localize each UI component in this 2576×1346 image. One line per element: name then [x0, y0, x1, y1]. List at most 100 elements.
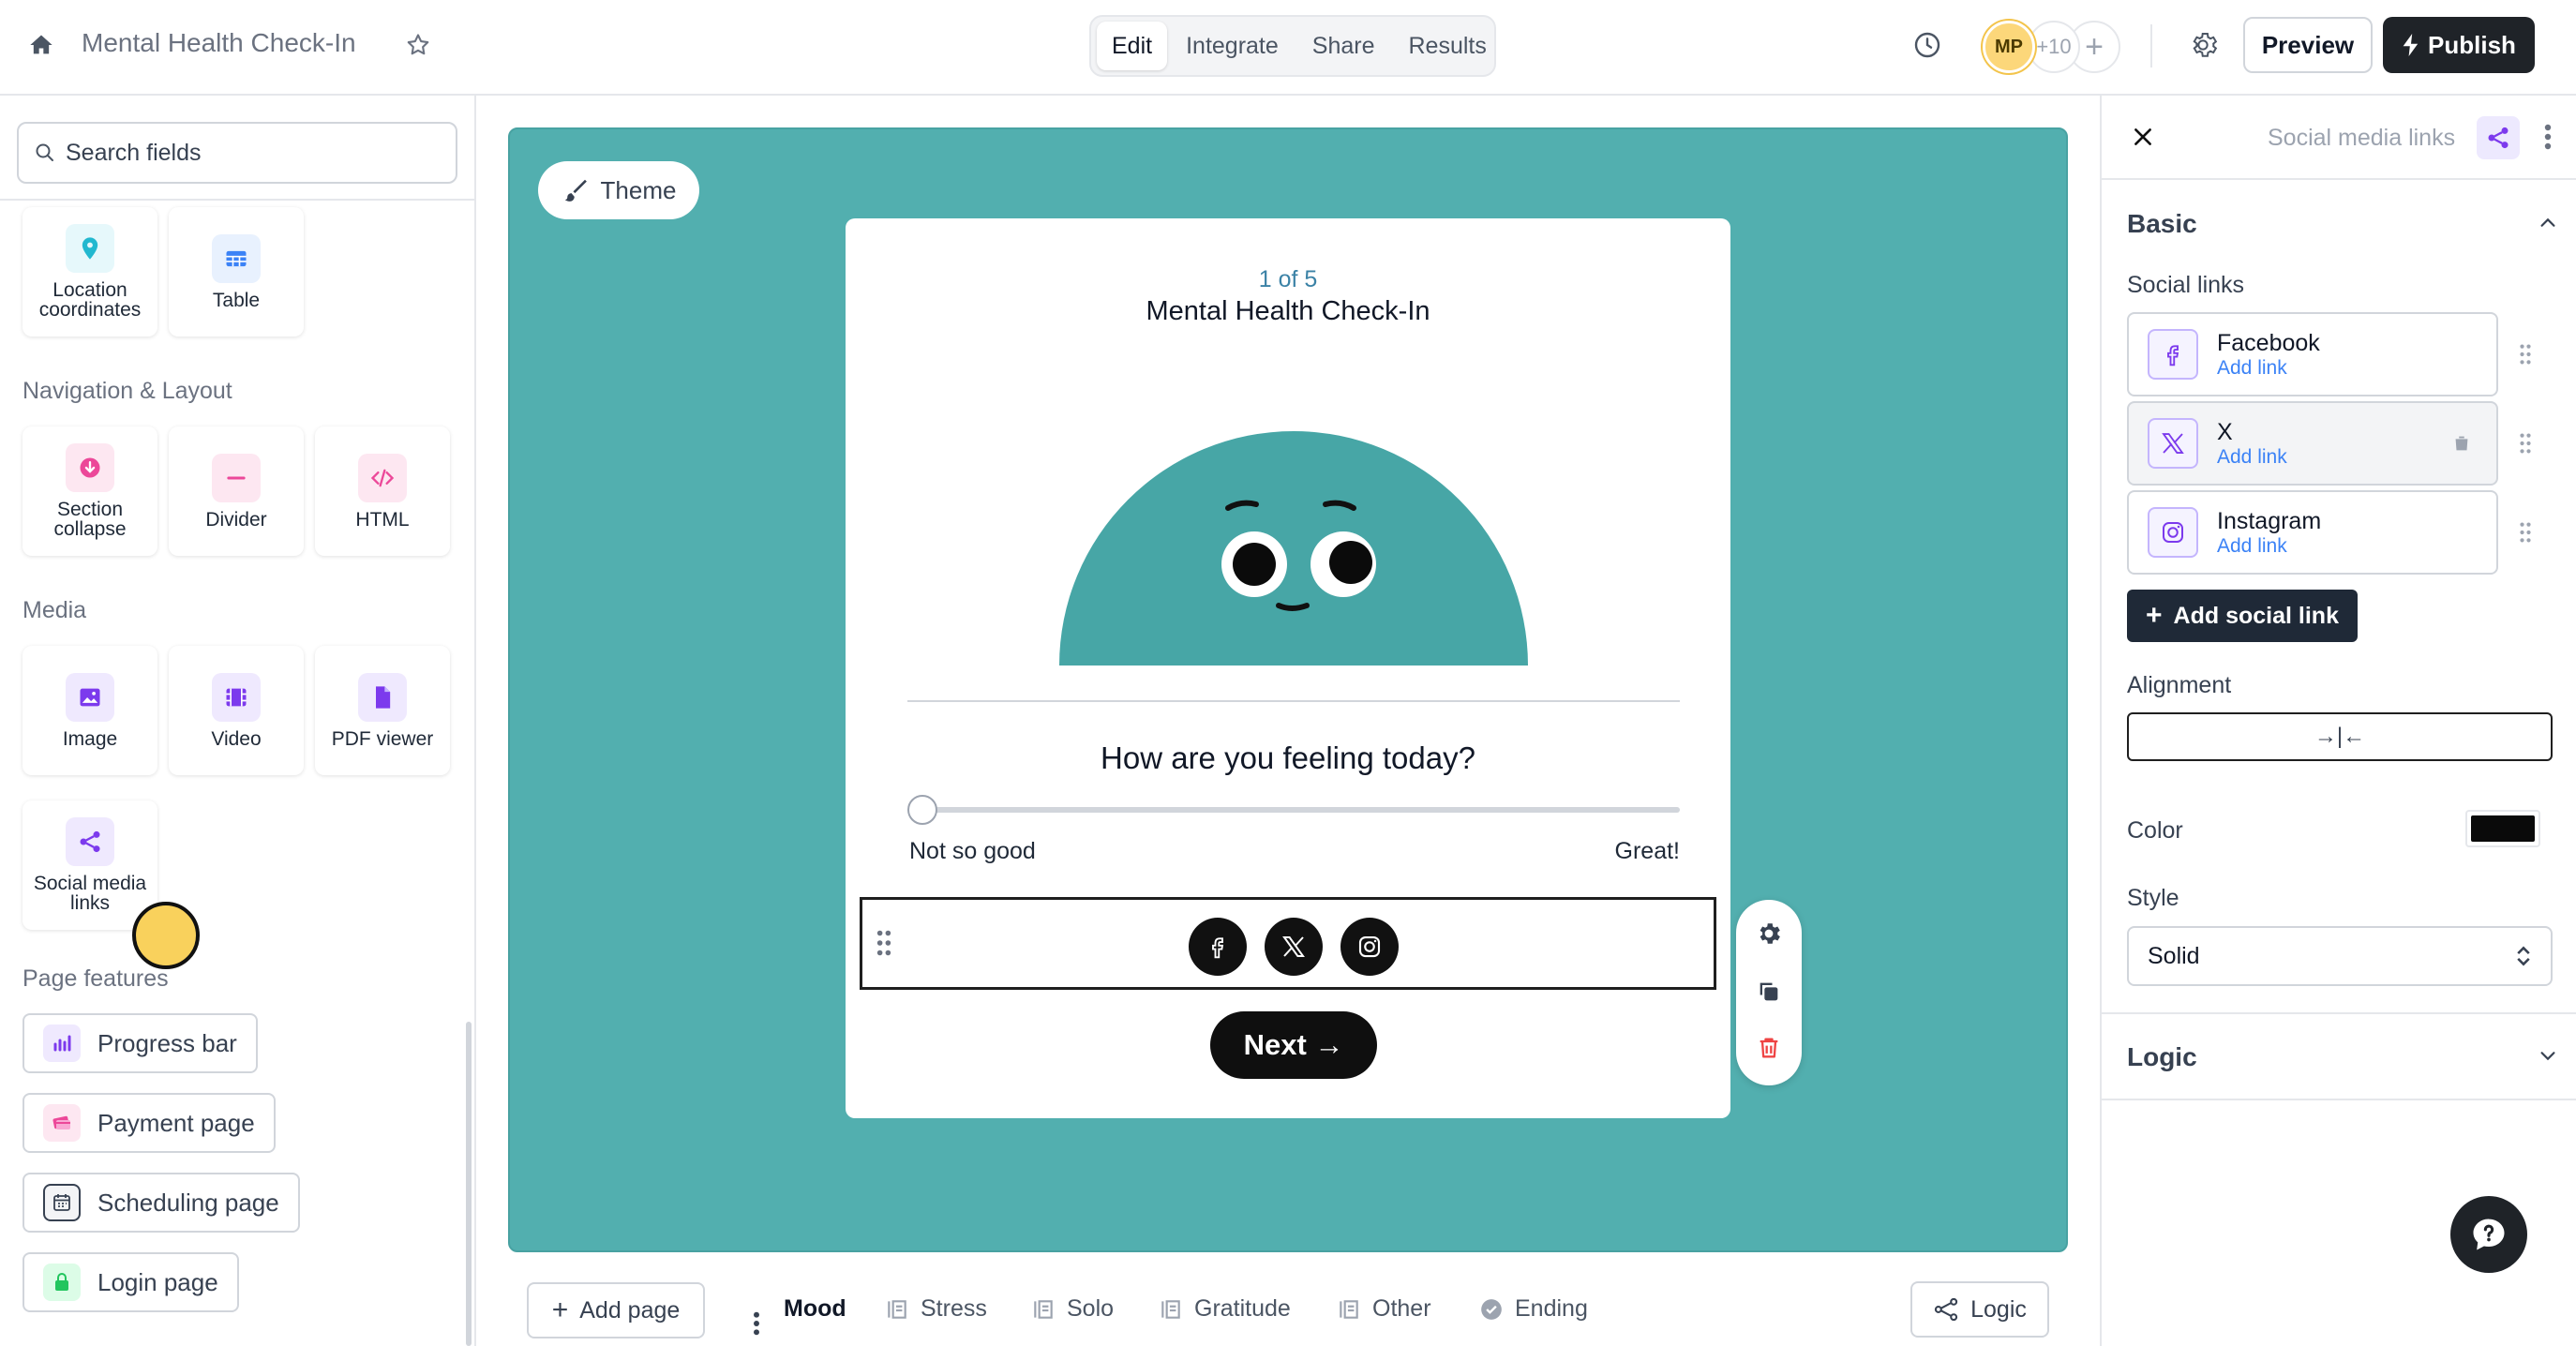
- add-link-button[interactable]: Add link: [2217, 535, 2321, 558]
- feature-login-page[interactable]: Login page: [22, 1252, 239, 1312]
- delete-trash-icon[interactable]: [2448, 429, 2476, 457]
- page-tab-mood[interactable]: Mood: [784, 1295, 846, 1323]
- plus-icon: +: [2146, 600, 2163, 631]
- feature-label: Scheduling page: [97, 1188, 279, 1217]
- field-table[interactable]: Table: [169, 207, 304, 336]
- divider: [2100, 1099, 2576, 1100]
- drag-handle-icon[interactable]: [872, 928, 896, 958]
- help-chat-button[interactable]: [2450, 1196, 2527, 1273]
- logic-button[interactable]: Logic: [1910, 1281, 2049, 1338]
- chevron-down-icon[interactable]: [2533, 1040, 2563, 1070]
- drag-handle-icon[interactable]: [2516, 429, 2535, 457]
- feature-payment-page[interactable]: Payment page: [22, 1093, 276, 1153]
- field-image[interactable]: Image: [22, 646, 157, 775]
- history-clock-icon[interactable]: [1909, 26, 1946, 64]
- add-link-button[interactable]: Add link: [2217, 446, 2287, 469]
- social-link-name: X: [2217, 419, 2233, 445]
- drag-handle-icon[interactable]: [2516, 518, 2535, 546]
- plus-icon: +: [551, 1294, 569, 1325]
- drag-handle-icon[interactable]: [2516, 340, 2535, 368]
- star-icon[interactable]: [401, 28, 435, 62]
- page-tab-ending[interactable]: Ending: [1479, 1295, 1588, 1323]
- avatar[interactable]: MP: [1983, 21, 2035, 73]
- chevron-up-icon[interactable]: [2533, 208, 2563, 238]
- social-links-label: Social links: [2127, 272, 2245, 298]
- duplicate-icon[interactable]: [1750, 973, 1788, 1010]
- more-vertical-icon[interactable]: [2537, 120, 2559, 154]
- social-link-name: Facebook: [2217, 330, 2320, 356]
- add-page-button[interactable]: + Add page: [527, 1282, 705, 1339]
- tab-integrate[interactable]: Integrate: [1171, 22, 1294, 70]
- mood-slider-track[interactable]: [907, 807, 1680, 813]
- home-icon[interactable]: [24, 28, 58, 62]
- page-tab-other[interactable]: Other: [1337, 1295, 1431, 1323]
- field-section-collapse[interactable]: Section collapse: [22, 426, 157, 556]
- tab-share[interactable]: Share: [1297, 22, 1390, 70]
- instagram-icon[interactable]: [1340, 918, 1399, 976]
- style-select[interactable]: Solid: [2127, 926, 2553, 986]
- field-pdf-viewer[interactable]: PDF viewer: [315, 646, 450, 775]
- preview-button[interactable]: Preview: [2243, 17, 2373, 73]
- field-label: PDF viewer: [331, 727, 434, 750]
- more-collaborators-badge[interactable]: +10: [2028, 21, 2080, 73]
- mood-slider-handle[interactable]: [907, 795, 937, 825]
- page-tab-label: Ending: [1515, 1295, 1588, 1322]
- publish-button[interactable]: Publish: [2383, 17, 2535, 73]
- feature-scheduling-page[interactable]: Scheduling page: [22, 1173, 300, 1233]
- add-link-button[interactable]: Add link: [2217, 357, 2320, 380]
- search-input[interactable]: [66, 139, 441, 167]
- feature-progress-bar[interactable]: Progress bar: [22, 1013, 258, 1073]
- mascot-illustration: [1059, 431, 1528, 666]
- next-button[interactable]: Next →: [1210, 1011, 1377, 1079]
- theme-button[interactable]: Theme: [538, 161, 699, 219]
- divider: [0, 199, 474, 201]
- section-title-navigation: Navigation & Layout: [22, 378, 232, 404]
- field-label: Divider: [205, 508, 267, 531]
- left-panel-scrollbar[interactable]: [466, 1022, 472, 1346]
- close-icon[interactable]: [2126, 120, 2160, 154]
- page-tab-solo[interactable]: Solo: [1031, 1295, 1114, 1323]
- page-tab-gratitude[interactable]: Gratitude: [1159, 1295, 1291, 1323]
- color-swatch-fill: [2471, 815, 2535, 842]
- field-divider[interactable]: Divider: [169, 426, 304, 556]
- page-menu-icon[interactable]: [745, 1309, 768, 1339]
- facebook-icon[interactable]: [1189, 918, 1247, 976]
- properties-title: Social media links: [2268, 125, 2456, 151]
- chevron-updown-icon: [2517, 946, 2530, 966]
- color-picker[interactable]: [2465, 810, 2540, 847]
- field-video[interactable]: Video: [169, 646, 304, 775]
- section-title-media: Media: [22, 597, 87, 623]
- tab-edit[interactable]: Edit: [1097, 22, 1168, 70]
- add-page-label: Add page: [579, 1296, 681, 1324]
- page-tab-label: Mood: [784, 1295, 846, 1322]
- settings-gear-icon[interactable]: [2184, 26, 2222, 64]
- alignment-center-option[interactable]: →|←: [2127, 712, 2553, 761]
- form-title[interactable]: Mental Health Check-In: [82, 28, 356, 58]
- alignment-label: Alignment: [2127, 672, 2232, 698]
- add-social-link-button[interactable]: + Add social link: [2127, 590, 2358, 642]
- color-label: Color: [2127, 817, 2183, 844]
- x-icon[interactable]: [1265, 918, 1323, 976]
- field-social-media-links[interactable]: Social media links: [22, 800, 157, 930]
- social-link-x[interactable]: X Add link: [2127, 401, 2498, 486]
- basic-section-header[interactable]: Basic: [2127, 209, 2197, 239]
- delete-trash-icon[interactable]: [1750, 1029, 1788, 1067]
- search-icon: [36, 143, 53, 161]
- field-location-coordinates[interactable]: Location coordinates: [22, 207, 157, 336]
- tab-results[interactable]: Results: [1394, 22, 1502, 70]
- logic-section-header[interactable]: Logic: [2127, 1042, 2197, 1072]
- search-box[interactable]: [17, 122, 457, 184]
- page-tab-stress[interactable]: Stress: [885, 1295, 987, 1323]
- block-settings-gear-icon[interactable]: [1750, 915, 1788, 952]
- payment-card-icon: [43, 1104, 81, 1142]
- divider: [2150, 24, 2152, 67]
- social-link-instagram[interactable]: Instagram Add link: [2127, 490, 2498, 575]
- page-tab-label: Solo: [1067, 1295, 1115, 1322]
- instagram-icon: [2148, 507, 2198, 558]
- html-code-icon: [358, 453, 407, 502]
- lightning-icon: [2403, 34, 2419, 56]
- social-link-facebook[interactable]: Facebook Add link: [2127, 312, 2498, 396]
- lock-icon: [43, 1264, 81, 1301]
- add-social-label: Add social link: [2173, 602, 2339, 629]
- field-html[interactable]: HTML: [315, 426, 450, 556]
